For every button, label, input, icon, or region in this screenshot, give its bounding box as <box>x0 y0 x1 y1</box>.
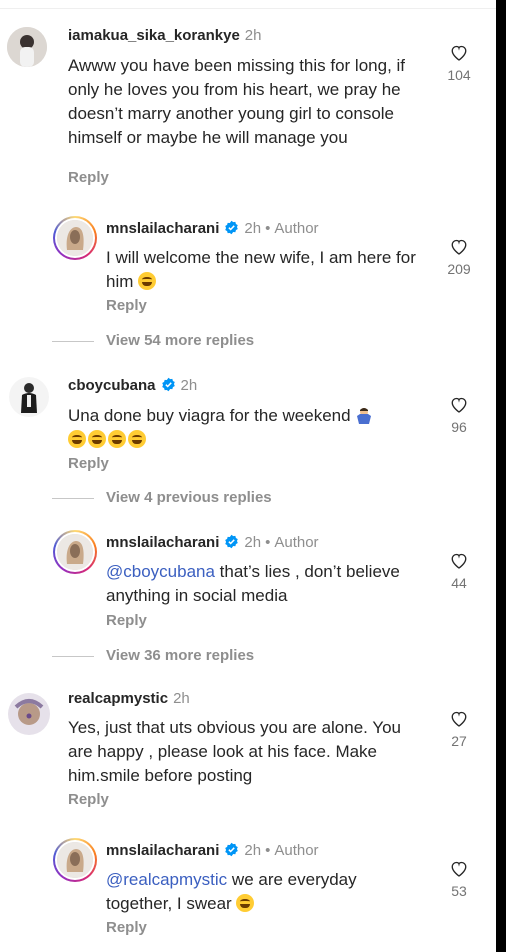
divider <box>0 8 496 9</box>
avatar[interactable] <box>9 377 49 417</box>
timestamp: 2h <box>244 534 262 551</box>
comment-text: I will welcome the new wife, I am here f… <box>106 246 426 294</box>
reply-button[interactable]: Reply <box>68 791 109 808</box>
username[interactable]: mnslailacharani <box>106 220 219 237</box>
like-count: 53 <box>451 883 467 899</box>
verified-badge-icon <box>225 220 239 235</box>
grinning-squinting-emoji <box>68 430 86 448</box>
comment-header: realcapmystic 2h <box>68 690 190 708</box>
person-shrugging-emoji <box>357 408 372 424</box>
comment-text: Yes, just that uts obvious you are alone… <box>68 716 418 788</box>
username[interactable]: realcapmystic <box>68 690 168 707</box>
like-button[interactable]: 53 <box>439 860 479 899</box>
author-label: Author <box>274 534 319 551</box>
author-label: Author <box>274 220 319 237</box>
separator: • <box>265 220 271 237</box>
separator: • <box>265 534 271 551</box>
timestamp: 2h <box>173 690 190 707</box>
author-label: Author <box>274 842 319 859</box>
like-count: 209 <box>447 261 471 277</box>
view-more-replies-label[interactable]: View 36 more replies <box>106 647 254 664</box>
avatar[interactable] <box>8 693 50 735</box>
rolling-laughing-emoji <box>236 894 255 912</box>
like-button[interactable]: 27 <box>439 710 479 749</box>
comment-body: Una done buy viagra for the weekend <box>68 406 351 425</box>
mention-link[interactable]: @realcapmystic <box>106 870 227 889</box>
divider <box>52 656 94 657</box>
like-button[interactable]: 96 <box>439 396 479 435</box>
heart-outline-icon <box>451 239 467 255</box>
heart-outline-icon <box>451 45 467 61</box>
like-count: 27 <box>451 733 467 749</box>
comment-header: iamakua_sika_korankye 2h <box>68 27 261 45</box>
grinning-squinting-emoji <box>88 430 106 448</box>
divider <box>52 341 94 342</box>
reply-button[interactable]: Reply <box>106 612 147 629</box>
username[interactable]: mnslailacharani <box>106 534 219 551</box>
like-button[interactable]: 209 <box>439 238 479 277</box>
like-button[interactable]: 44 <box>439 552 479 591</box>
heart-outline-icon <box>451 861 467 877</box>
rolling-laughing-emoji <box>138 272 157 290</box>
heart-outline-icon <box>451 711 467 727</box>
avatar[interactable] <box>53 838 97 882</box>
verified-badge-icon <box>225 534 239 549</box>
timestamp: 2h <box>244 842 262 859</box>
reply-button[interactable]: Reply <box>68 169 109 186</box>
reply-button[interactable]: Reply <box>106 297 147 314</box>
separator: • <box>265 842 271 859</box>
comment-text: @cboycubana that’s lies , don’t believe … <box>106 560 426 608</box>
view-previous-replies-label[interactable]: View 4 previous replies <box>106 489 272 506</box>
grinning-squinting-emoji <box>128 430 146 448</box>
heart-outline-icon <box>451 553 467 569</box>
comment-header: mnslailacharani 2h • Author <box>106 534 319 552</box>
mention-link[interactable]: @cboycubana <box>106 562 215 581</box>
comment-header: cboycubana 2h <box>68 377 197 395</box>
timestamp: 2h <box>244 27 262 44</box>
username[interactable]: mnslailacharani <box>106 842 219 859</box>
like-count: 96 <box>451 419 467 435</box>
username[interactable]: cboycubana <box>68 377 156 394</box>
avatar[interactable] <box>7 27 47 67</box>
comment-body: Awww you have been missing this for long… <box>68 56 406 147</box>
verified-badge-icon <box>161 377 175 392</box>
avatar[interactable] <box>53 216 97 260</box>
timestamp: 2h <box>244 220 262 237</box>
verified-badge-icon <box>225 842 239 857</box>
username[interactable]: iamakua_sika_korankye <box>68 27 240 44</box>
avatar[interactable] <box>53 530 97 574</box>
comment-body: Yes, just that uts obvious you are alone… <box>68 718 402 785</box>
comment-text: Awww you have been missing this for long… <box>68 54 418 150</box>
comment-text: Una done buy viagra for the weekend <box>68 404 428 452</box>
view-more-replies-label[interactable]: View 54 more replies <box>106 332 254 349</box>
heart-outline-icon <box>451 397 467 413</box>
like-button[interactable]: 104 <box>439 44 479 83</box>
comment-text: @realcapmystic we are everyday together,… <box>106 868 426 916</box>
divider <box>52 498 94 499</box>
reply-button[interactable]: Reply <box>68 455 109 472</box>
grinning-squinting-emoji <box>108 430 126 448</box>
timestamp: 2h <box>180 377 198 394</box>
like-count: 104 <box>447 67 471 83</box>
reply-button[interactable]: Reply <box>106 919 147 936</box>
comment-header: mnslailacharani 2h • Author <box>106 220 319 238</box>
comment-header: mnslailacharani 2h • Author <box>106 842 319 860</box>
like-count: 44 <box>451 575 467 591</box>
comments-panel: iamakua_sika_korankye 2h Awww you have be… <box>0 0 496 952</box>
